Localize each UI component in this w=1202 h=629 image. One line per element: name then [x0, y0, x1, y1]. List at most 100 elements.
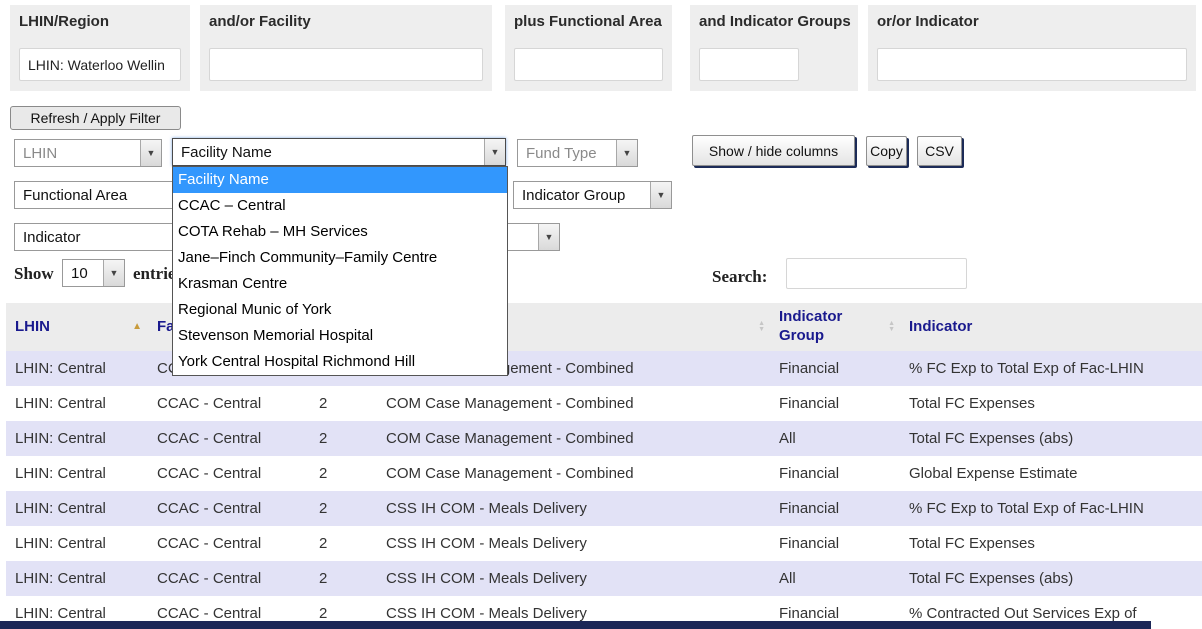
cell-facility: CCAC - Central — [148, 491, 310, 526]
sort-icon: ▲▼ — [888, 321, 895, 333]
cell-facility: CCAC - Central — [148, 421, 310, 456]
cell-indicator-group: Financial — [770, 491, 900, 526]
indicator-group-select-value: Indicator Group — [514, 182, 650, 208]
dropdown-option-york-central-hospital[interactable]: York Central Hospital Richmond Hill — [173, 349, 507, 375]
filter-panel-functional-area: plus Functional Area — [505, 5, 672, 91]
column-header-indicator-group-label: Indicator Group — [779, 308, 842, 344]
show-hide-columns-button[interactable]: Show / hide columns — [692, 135, 855, 166]
fund-type-select-value: Fund Type — [518, 140, 616, 166]
dropdown-option-jane-finch[interactable]: Jane–Finch Community–Family Centre — [173, 245, 507, 271]
table-row: LHIN: Central CCAC - Central 2 COM Case … — [6, 386, 1202, 421]
cell-lhin: LHIN: Central — [6, 491, 148, 526]
dropdown-option-stevenson-memorial[interactable]: Stevenson Memorial Hospital — [173, 323, 507, 349]
column-header-lhin-label: LHIN — [15, 318, 50, 335]
cell-functional-area: CSS IH COM - Meals Delivery — [377, 526, 770, 561]
cell-lhin: LHIN: Central — [6, 456, 148, 491]
filter-panel-facility: and/or Facility — [200, 5, 492, 91]
lhin-region-label: LHIN/Region — [19, 13, 181, 30]
indicator-groups-filter-label: and Indicator Groups — [699, 13, 849, 30]
filter-panel-lhin-region: LHIN/Region — [10, 5, 190, 91]
bottom-bar — [0, 621, 1151, 629]
cell-lhin: LHIN: Central — [6, 421, 148, 456]
column-header-indicator-group[interactable]: Indicator Group ▲▼ — [770, 303, 900, 351]
cell-count: 2 — [310, 561, 377, 596]
chevron-down-icon: ▼ — [140, 140, 161, 166]
column-header-lhin[interactable]: LHIN ▲ — [6, 303, 148, 351]
cell-indicator: Total FC Expenses — [900, 526, 1202, 561]
cell-functional-area: CSS IH COM - Meals Delivery — [377, 491, 770, 526]
cell-lhin: LHIN: Central — [6, 561, 148, 596]
cell-facility: CCAC - Central — [148, 526, 310, 561]
cell-indicator: % FC Exp to Total Exp of Fac-LHIN — [900, 351, 1202, 386]
dropdown-option-ccac-central[interactable]: CCAC – Central — [173, 193, 507, 219]
lhin-select-value: LHIN — [15, 140, 140, 166]
cell-indicator-group: All — [770, 561, 900, 596]
cell-lhin: LHIN: Central — [6, 351, 148, 386]
cell-count: 2 — [310, 456, 377, 491]
table-row: LHIN: Central CCAC - Central 2 CSS IH CO… — [6, 526, 1202, 561]
table-row: LHIN: Central CCAC - Central 2 CSS IH CO… — [6, 561, 1202, 596]
cell-functional-area: COM Case Management - Combined — [377, 386, 770, 421]
cell-indicator-group: Financial — [770, 351, 900, 386]
cell-indicator: % FC Exp to Total Exp of Fac-LHIN — [900, 491, 1202, 526]
cell-facility: CCAC - Central — [148, 386, 310, 421]
filter-panel-indicator-groups: and Indicator Groups — [690, 5, 858, 91]
column-header-indicator-label: Indicator — [909, 318, 972, 335]
chevron-down-icon: ▼ — [484, 139, 505, 165]
cell-indicator: Total FC Expenses (abs) — [900, 561, 1202, 596]
app-root: LHIN/Region and/or Facility plus Functio… — [0, 0, 1202, 629]
functional-area-filter-label: plus Functional Area — [514, 13, 663, 30]
cell-lhin: LHIN: Central — [6, 386, 148, 421]
dropdown-option-facility-name[interactable]: Facility Name — [173, 167, 507, 193]
functional-area-filter-input[interactable] — [514, 48, 663, 81]
search-label: Search: — [712, 267, 767, 287]
dropdown-option-cota-rehab[interactable]: COTA Rehab – MH Services — [173, 219, 507, 245]
chevron-down-icon: ▼ — [103, 260, 124, 286]
dropdown-option-krasman-centre[interactable]: Krasman Centre — [173, 271, 507, 297]
cell-facility: CCAC - Central — [148, 561, 310, 596]
lhin-region-filter-input[interactable] — [19, 48, 181, 81]
table-row: LHIN: Central CCAC - Central 2 COM Case … — [6, 456, 1202, 491]
cell-facility: CCAC - Central — [148, 456, 310, 491]
refresh-apply-filter-button[interactable]: Refresh / Apply Filter — [10, 106, 181, 130]
cell-count: 2 — [310, 526, 377, 561]
fund-type-select[interactable]: Fund Type ▼ — [517, 139, 638, 167]
cell-indicator-group: All — [770, 421, 900, 456]
chevron-down-icon: ▼ — [650, 182, 671, 208]
facility-filter-input[interactable] — [209, 48, 483, 81]
page-size-select-value: 10 — [63, 260, 103, 286]
page-size-select[interactable]: 10 ▼ — [62, 259, 125, 287]
table-row: LHIN: Central CCAC - Central 2 COM Case … — [6, 421, 1202, 456]
cell-indicator-group: Financial — [770, 526, 900, 561]
cell-indicator: Global Expense Estimate — [900, 456, 1202, 491]
column-header-indicator[interactable]: Indicator — [900, 303, 1202, 351]
cell-indicator-group: Financial — [770, 456, 900, 491]
indicator-groups-filter-input[interactable] — [699, 48, 799, 81]
chevron-down-icon: ▼ — [538, 224, 559, 250]
csv-button[interactable]: CSV — [917, 136, 962, 166]
cell-count: 2 — [310, 421, 377, 456]
cell-indicator-group: Financial — [770, 386, 900, 421]
indicator-group-select[interactable]: Indicator Group ▼ — [513, 181, 672, 209]
cell-indicator: Total FC Expenses — [900, 386, 1202, 421]
filter-panel-indicator: or/or Indicator — [868, 5, 1196, 91]
search-input[interactable] — [786, 258, 967, 289]
facility-filter-label: and/or Facility — [209, 13, 483, 30]
sort-ascending-icon: ▲ — [132, 321, 142, 334]
lhin-select[interactable]: LHIN ▼ — [14, 139, 162, 167]
cell-functional-area: COM Case Management - Combined — [377, 456, 770, 491]
facility-dropdown-list: Facility Name CCAC – Central COTA Rehab … — [172, 166, 508, 376]
table-row: LHIN: Central CCAC - Central 2 CSS IH CO… — [6, 491, 1202, 526]
cell-functional-area: COM Case Management - Combined — [377, 421, 770, 456]
dropdown-option-regional-munic-york[interactable]: Regional Munic of York — [173, 297, 507, 323]
copy-button[interactable]: Copy — [866, 136, 907, 166]
cell-lhin: LHIN: Central — [6, 526, 148, 561]
facility-name-select-value: Facility Name — [173, 139, 484, 165]
cell-count: 2 — [310, 386, 377, 421]
show-label: Show — [14, 264, 54, 284]
chevron-down-icon: ▼ — [616, 140, 637, 166]
indicator-filter-input[interactable] — [877, 48, 1187, 81]
cell-indicator: Total FC Expenses (abs) — [900, 421, 1202, 456]
facility-name-select[interactable]: Facility Name ▼ — [172, 138, 506, 166]
cell-functional-area: CSS IH COM - Meals Delivery — [377, 561, 770, 596]
